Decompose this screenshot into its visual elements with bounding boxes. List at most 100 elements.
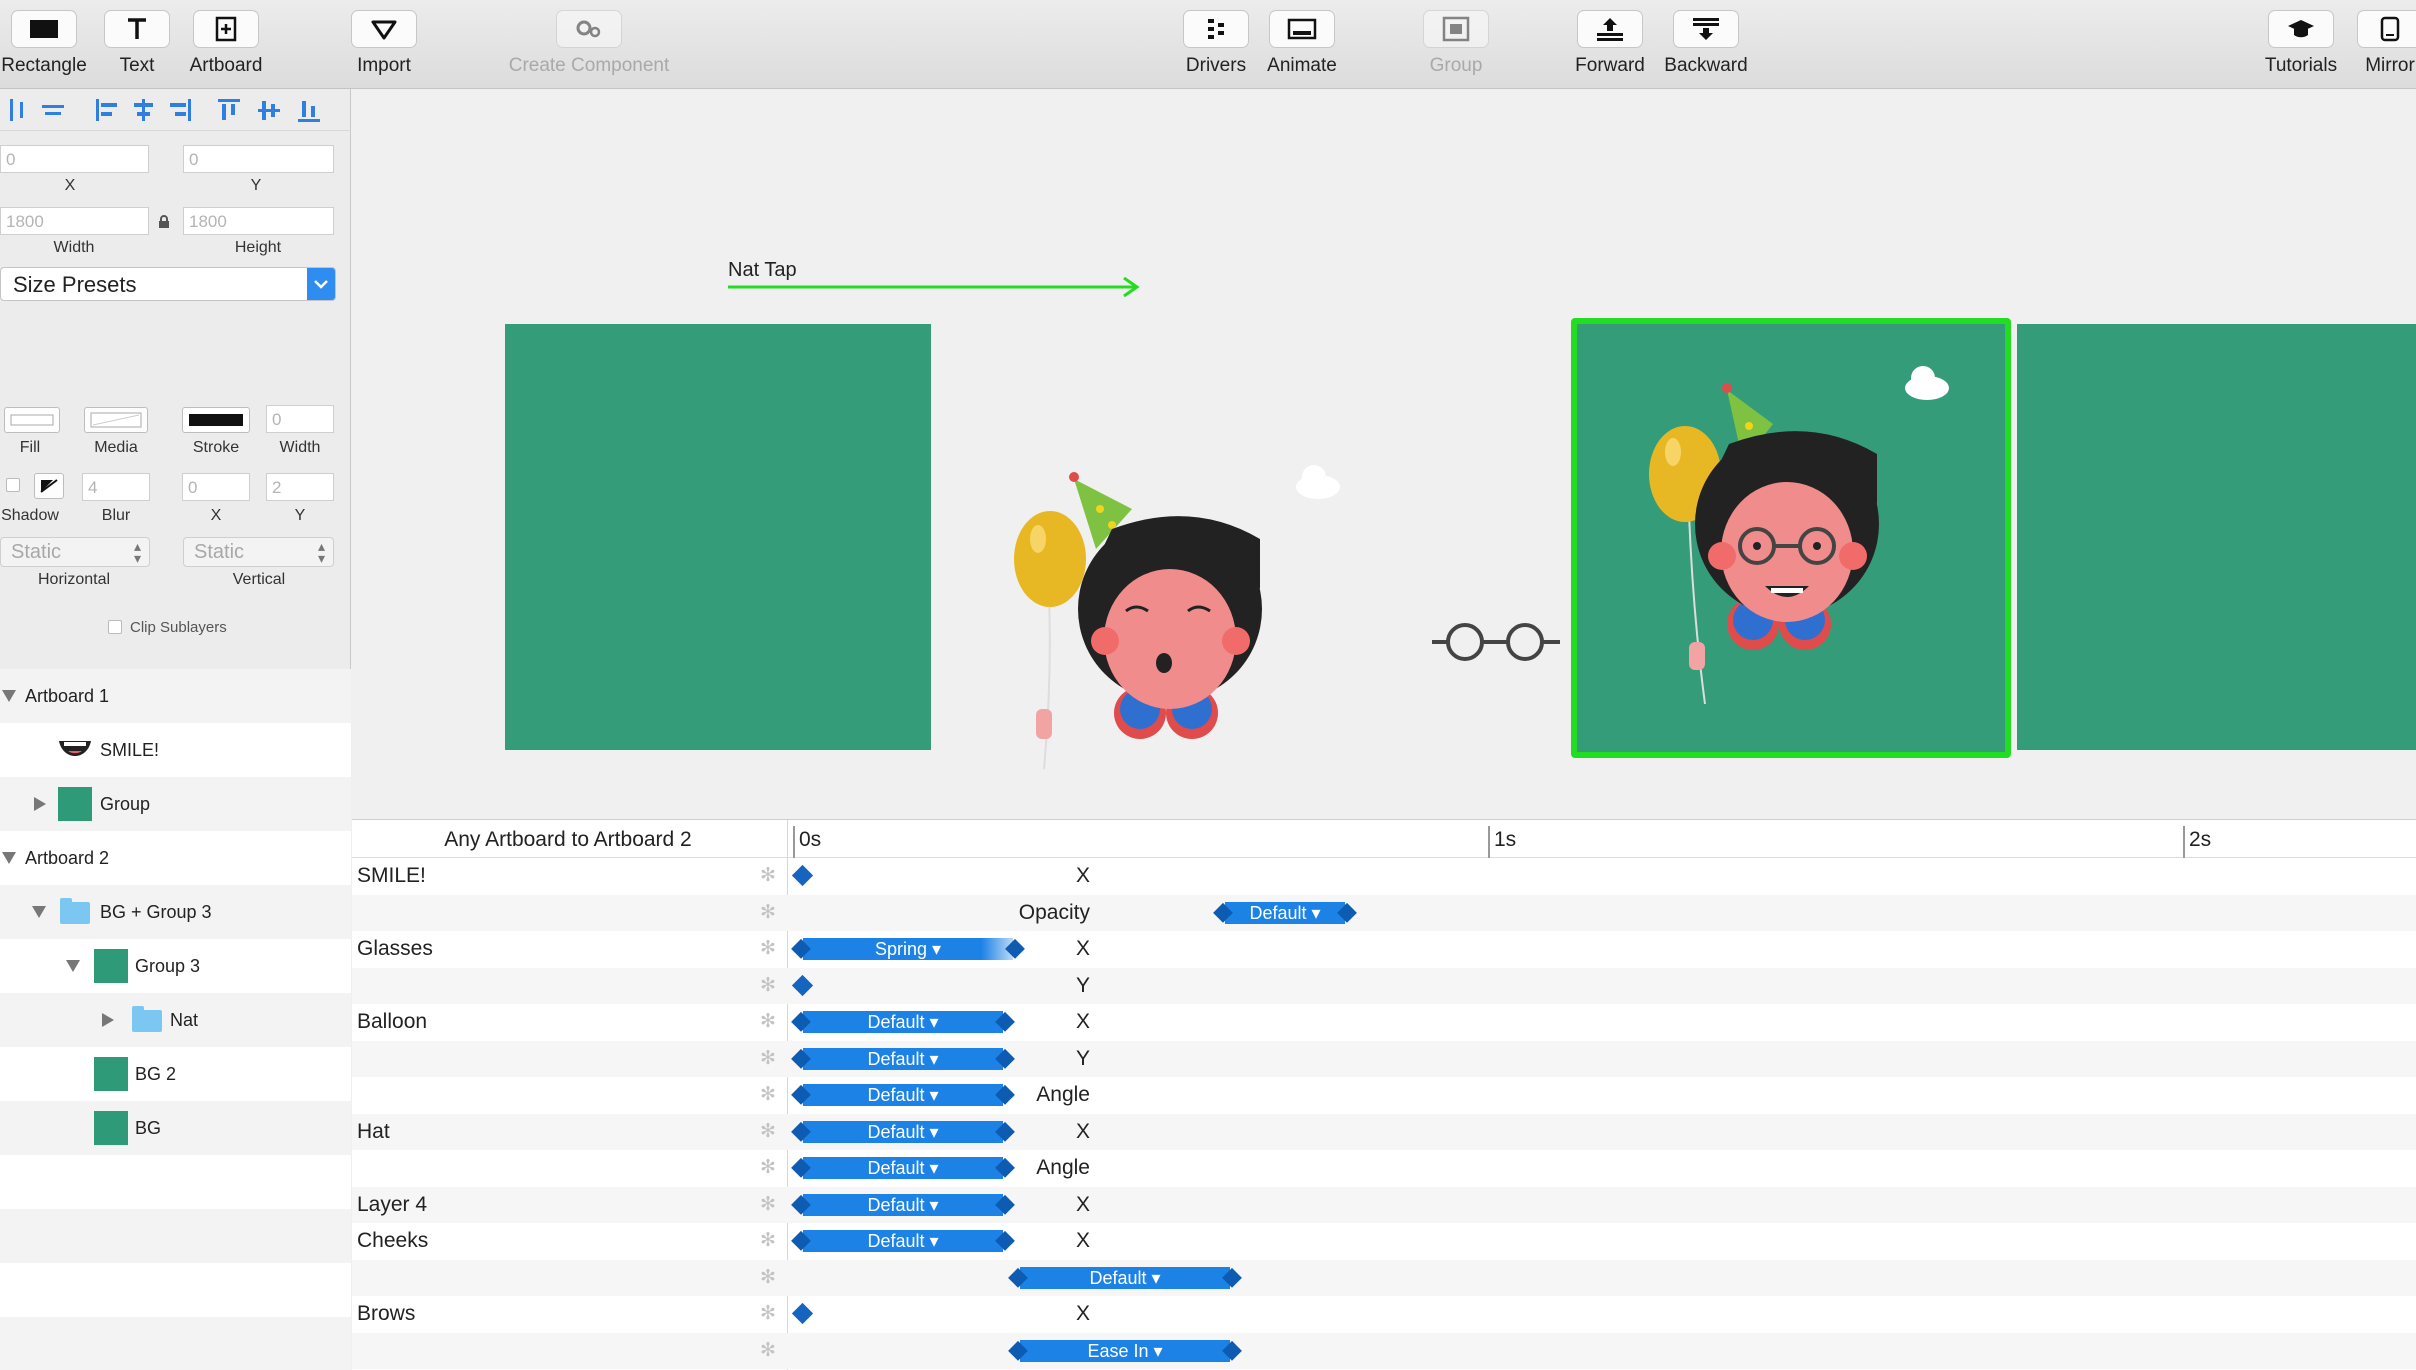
gear-icon[interactable]: ✻ xyxy=(760,1229,776,1252)
animate-button[interactable]: Animate xyxy=(1254,10,1350,77)
size-presets-select[interactable]: Size Presets xyxy=(0,267,336,301)
disclosure-triangle-icon[interactable] xyxy=(32,906,46,918)
rectangle-button[interactable]: Rectangle xyxy=(0,10,92,77)
shadow-color-swatch[interactable] xyxy=(34,473,64,499)
align-right-icon[interactable] xyxy=(166,97,194,123)
gear-icon[interactable]: ✻ xyxy=(760,937,776,960)
gear-icon[interactable]: ✻ xyxy=(760,864,776,887)
gear-icon[interactable]: ✻ xyxy=(760,1120,776,1143)
mirror-device-icon xyxy=(2357,10,2416,48)
animation-bar[interactable]: Default ▾ xyxy=(803,1193,1003,1216)
animation-bar[interactable]: Default ▾ xyxy=(1225,901,1345,924)
group-icon xyxy=(1423,10,1489,48)
blur-field[interactable]: 4 xyxy=(82,473,150,501)
time-ruler[interactable]: 0s 1s 2s xyxy=(787,820,2416,858)
keyframe[interactable] xyxy=(791,864,814,887)
height-field[interactable]: 1800 xyxy=(183,207,334,235)
drivers-button[interactable]: Drivers xyxy=(1168,10,1264,77)
media-swatch[interactable] xyxy=(84,407,148,433)
mirror-button[interactable]: Mirror xyxy=(2342,10,2416,77)
animation-bar[interactable]: Default ▾ xyxy=(803,1047,1003,1070)
y-field[interactable]: 0 xyxy=(183,145,334,173)
artboard-button[interactable]: Artboard xyxy=(178,10,274,77)
align-top-icon[interactable] xyxy=(216,97,244,123)
gear-icon[interactable]: ✻ xyxy=(760,1047,776,1070)
x-label: X xyxy=(64,177,76,194)
layer-row-artboard1[interactable]: Artboard 1 xyxy=(0,669,351,723)
x-field[interactable]: 0 xyxy=(0,145,149,173)
artboard-1[interactable] xyxy=(505,324,931,750)
animation-bar[interactable]: Default ▾ xyxy=(1020,1266,1230,1289)
gear-icon[interactable]: ✻ xyxy=(760,1010,776,1033)
animation-bar[interactable]: Default ▾ xyxy=(803,1011,1003,1033)
ruler-major-tick xyxy=(793,826,795,858)
horizontal-constraint-popup[interactable]: Static ▴ ▾ xyxy=(0,537,150,567)
disclosure-triangle-icon[interactable] xyxy=(34,797,46,811)
shadow-x-field[interactable]: 0 xyxy=(182,473,250,501)
nat-character-illustration[interactable] xyxy=(992,379,1642,799)
disclosure-triangle-icon[interactable] xyxy=(2,852,16,864)
disclosure-triangle-icon[interactable] xyxy=(2,690,16,702)
animation-bar[interactable]: Default ▾ xyxy=(803,1084,1003,1106)
import-button[interactable]: Import xyxy=(336,10,432,77)
layer-label: BG 2 xyxy=(135,1064,177,1084)
gear-icon[interactable]: ✻ xyxy=(760,974,776,997)
gear-icon[interactable]: ✻ xyxy=(760,1193,776,1216)
layer-row-group[interactable]: Group xyxy=(0,777,351,831)
animation-bar[interactable]: Ease In ▾ xyxy=(1020,1339,1230,1362)
clip-sublayers-label: Clip Sublayers xyxy=(130,619,227,636)
distribute-vertical-icon[interactable] xyxy=(40,97,68,123)
gear-icon[interactable]: ✻ xyxy=(760,1302,776,1325)
tutorials-button[interactable]: Tutorials xyxy=(2253,10,2349,77)
layer-row-bg2[interactable]: BG 2 xyxy=(0,1047,351,1101)
layer-row-artboard2[interactable]: Artboard 2 xyxy=(0,831,351,885)
animation-bar[interactable]: Default ▾ xyxy=(803,1157,1003,1179)
layer-row-nat[interactable]: Nat xyxy=(0,993,351,1047)
gear-icon[interactable]: ✻ xyxy=(760,1156,776,1179)
vertical-constraint-popup[interactable]: Static ▴ ▾ xyxy=(183,537,334,567)
track-group-label: Balloon xyxy=(357,1010,428,1033)
forward-button[interactable]: Forward xyxy=(1562,10,1658,77)
artboard-2[interactable] xyxy=(1571,318,2011,758)
rectangle-icon xyxy=(11,10,77,48)
animation-bar[interactable]: Default ▾ xyxy=(803,1120,1003,1143)
stroke-width-label: Width xyxy=(279,439,321,456)
gear-icon[interactable]: ✻ xyxy=(760,901,776,924)
align-center-horizontal-icon[interactable] xyxy=(130,97,158,123)
create-component-button[interactable]: Create Component xyxy=(509,10,669,77)
group-button[interactable]: Group xyxy=(1408,10,1504,77)
keyframe[interactable] xyxy=(791,1302,814,1325)
layer-row-smile[interactable]: SMILE! xyxy=(0,723,351,777)
layer-row-bg[interactable]: BG xyxy=(0,1101,351,1155)
layer-row-group3[interactable]: Group 3 xyxy=(0,939,351,993)
gear-icon[interactable]: ✻ xyxy=(760,1266,776,1289)
cloud-icon xyxy=(1296,465,1340,499)
disclosure-triangle-icon[interactable] xyxy=(66,960,80,972)
keyframe[interactable] xyxy=(791,974,814,996)
width-field[interactable]: 1800 xyxy=(0,207,149,235)
canvas[interactable]: Nat Tap xyxy=(352,89,2416,819)
disclosure-triangle-icon[interactable] xyxy=(102,1013,114,1027)
align-middle-vertical-icon[interactable] xyxy=(256,97,284,123)
animation-bar[interactable]: Spring ▾ xyxy=(803,938,1013,960)
stroke-swatch[interactable] xyxy=(182,407,250,433)
stroke-width-field[interactable]: 0 xyxy=(266,405,334,433)
artboard-edge[interactable] xyxy=(2017,324,2416,750)
backward-button[interactable]: Backward xyxy=(1658,10,1754,77)
animation-bar[interactable]: Default ▾ xyxy=(803,1230,1003,1252)
layer-label: Artboard 2 xyxy=(25,848,110,868)
shadow-checkbox[interactable] xyxy=(6,478,20,492)
text-button[interactable]: Text xyxy=(89,10,185,77)
align-bottom-icon[interactable] xyxy=(296,97,324,123)
layer-label: Artboard 1 xyxy=(25,686,110,706)
layer-row-bg-group3[interactable]: BG + Group 3 xyxy=(0,885,351,939)
distribute-horizontal-icon[interactable] xyxy=(6,97,34,123)
fill-swatch[interactable] xyxy=(4,407,60,433)
gear-icon[interactable]: ✻ xyxy=(760,1339,776,1362)
align-left-icon[interactable] xyxy=(94,97,122,123)
lock-icon[interactable] xyxy=(158,215,170,229)
clip-sublayers-checkbox[interactable] xyxy=(108,620,122,634)
connection-arrow[interactable] xyxy=(728,275,1148,299)
gear-icon[interactable]: ✻ xyxy=(760,1083,776,1106)
shadow-y-field[interactable]: 2 xyxy=(266,473,334,501)
